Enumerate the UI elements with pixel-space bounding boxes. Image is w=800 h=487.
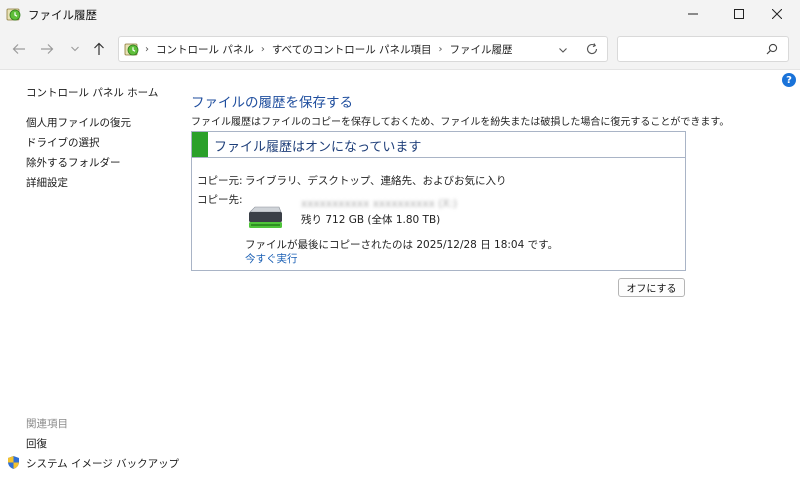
search-box[interactable] xyxy=(617,36,789,62)
related-items-heading: 関連項目 xyxy=(26,418,68,430)
sidebar-exclude-folders[interactable]: 除外するフォルダー xyxy=(26,155,121,170)
destination-free-space: 残り 712 GB (全体 1.80 TB) xyxy=(301,214,441,226)
recent-locations-button[interactable] xyxy=(66,40,84,58)
breadcrumb-chevron-icon[interactable]: › xyxy=(439,44,443,55)
destination-label: コピー先: xyxy=(197,194,243,206)
search-icon[interactable] xyxy=(766,43,778,55)
last-copy-time: ファイルが最後にコピーされたのは 2025/12/28 日 18:04 です。 xyxy=(245,239,559,251)
status-on-indicator xyxy=(192,132,208,157)
chevron-down-icon xyxy=(71,46,79,52)
back-button[interactable] xyxy=(10,40,28,58)
destination-drive-name: xxxxxxxxxxx xxxxxxxxxx (X:) xyxy=(301,198,458,210)
sidebar-control-panel-home[interactable]: コントロール パネル ホーム xyxy=(26,85,158,100)
arrow-left-icon xyxy=(12,44,25,54)
run-now-link[interactable]: 今すぐ実行 xyxy=(245,251,298,266)
status-title: ファイル履歴はオンになっています xyxy=(214,140,422,155)
drive-icon xyxy=(247,206,283,230)
arrow-up-icon xyxy=(94,42,104,55)
breadcrumb-all-items[interactable]: すべてのコントロール パネル項目 xyxy=(272,42,432,57)
help-button[interactable]: ? xyxy=(782,73,796,87)
sidebar-advanced-settings[interactable]: 詳細設定 xyxy=(26,175,68,190)
arrow-right-icon xyxy=(41,44,54,54)
turn-off-button[interactable]: オフにする xyxy=(618,278,685,297)
title-bar: ファイル履歴 xyxy=(0,0,800,28)
navigation-bar: › コントロール パネル › すべてのコントロール パネル項目 › ファイル履歴 xyxy=(0,28,800,70)
breadcrumb-chevron-icon[interactable]: › xyxy=(261,44,265,55)
sidebar-system-image-backup[interactable]: システム イメージ バックアップ xyxy=(26,456,179,471)
sidebar-recovery[interactable]: 回復 xyxy=(26,436,47,451)
status-panel-header: ファイル履歴はオンになっています xyxy=(192,132,685,158)
sidebar-select-drive[interactable]: ドライブの選択 xyxy=(26,135,100,150)
page-title: ファイルの履歴を保存する xyxy=(191,95,353,111)
breadcrumb-chevron-icon[interactable]: › xyxy=(145,44,149,55)
forward-button[interactable] xyxy=(38,40,56,58)
source-value: ライブラリ、デスクトップ、連絡先、およびお気に入り xyxy=(245,175,507,187)
breadcrumb-file-history[interactable]: ファイル履歴 xyxy=(450,42,513,57)
control-panel-icon xyxy=(124,41,140,57)
search-input[interactable] xyxy=(624,41,764,57)
close-button[interactable] xyxy=(754,0,800,28)
file-history-app-icon xyxy=(6,6,22,22)
address-bar[interactable]: › コントロール パネル › すべてのコントロール パネル項目 › ファイル履歴 xyxy=(118,36,608,62)
breadcrumb: › コントロール パネル › すべてのコントロール パネル項目 › ファイル履歴 xyxy=(145,42,513,57)
window-title: ファイル履歴 xyxy=(28,8,97,22)
minimize-button[interactable] xyxy=(670,0,716,28)
uac-shield-icon xyxy=(6,455,21,470)
refresh-icon[interactable] xyxy=(585,42,599,56)
up-button[interactable] xyxy=(90,40,108,58)
status-panel: ファイル履歴はオンになっています コピー元: ライブラリ、デスクトップ、連絡先、… xyxy=(191,131,686,271)
sidebar-restore-personal-files[interactable]: 個人用ファイルの復元 xyxy=(26,115,131,130)
source-label: コピー元: xyxy=(197,175,243,187)
address-dropdown-icon[interactable] xyxy=(557,44,569,56)
breadcrumb-control-panel[interactable]: コントロール パネル xyxy=(156,42,254,57)
page-description: ファイル履歴はファイルのコピーを保存しておくため、ファイルを紛失または破損した場… xyxy=(191,117,730,128)
